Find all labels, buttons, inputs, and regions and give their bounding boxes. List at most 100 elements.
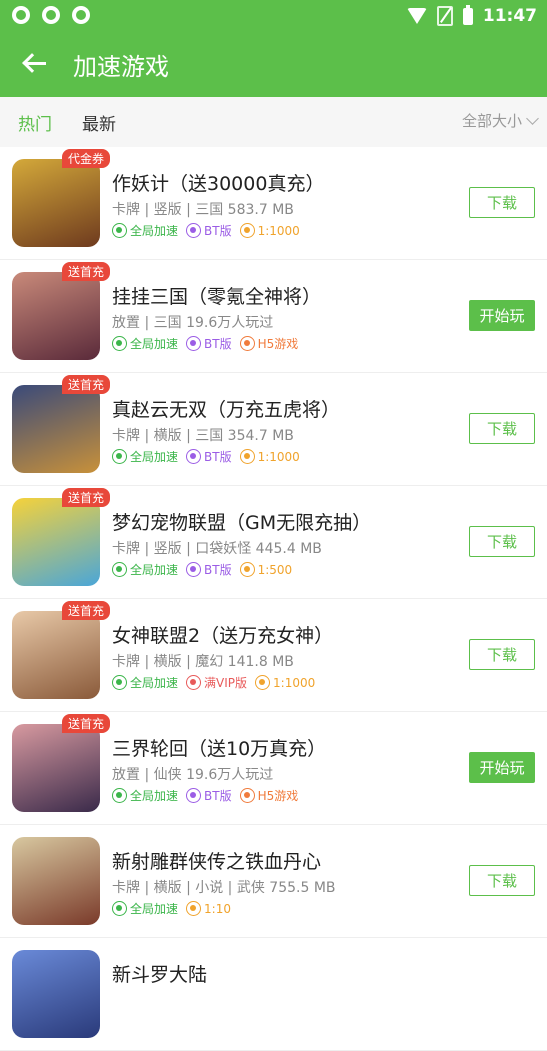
speed-icon [112,901,127,916]
game-thumbnail[interactable] [12,611,100,699]
ratio-icon [186,901,202,916]
game-tag-label: 全局加速 [130,789,179,803]
play-button[interactable]: 开始玩 [469,752,535,783]
game-tag: BT版 [186,448,232,465]
app-notification-icon [12,6,30,24]
game-tag-label: 1:500 [257,562,293,577]
game-tag: BT版 [186,561,232,578]
game-meta: 放置 | 三国 19.6万人玩过 [112,315,274,331]
game-row[interactable]: 新射雕群侠传之铁血丹心 卡牌 | 横版 | 小说 | 武侠 755.5 MB 全局… [0,825,547,938]
back-arrow-icon[interactable] [22,51,50,77]
game-tag: BT版 [186,787,232,804]
game-meta: 卡牌 | 竖版 | 三国 583.7 MB [112,202,294,218]
game-tag: 全局加速 [112,448,178,465]
game-tag-label: 全局加速 [130,563,179,577]
download-button[interactable]: 下载 [469,865,535,896]
game-name[interactable]: 女神联盟2（送万充女神） [112,621,333,648]
size-filter-dropdown[interactable]: 全部大小 [461,110,539,131]
flame-icon [186,788,202,803]
speed-icon [112,223,127,238]
game-tag: 全局加速 [112,900,178,917]
game-tag-label: BT版 [204,450,232,464]
promo-ribbon: 代金券 [62,149,111,168]
wifi-icon [406,8,427,24]
game-row[interactable]: 送首充 女神联盟2（送万充女神） 卡牌 | 横版 | 魔幻 141.8 MB 全局加… [0,599,547,712]
flame-icon [186,223,202,238]
play-button[interactable]: 开始玩 [469,300,535,331]
speed-icon [112,562,127,577]
game-row[interactable]: 送首充 真赵云无双（万充五虎将） 卡牌 | 横版 | 三国 354.7 MB 全局加… [0,373,547,486]
game-tags: 全局加速 BT版 H5游戏 [112,335,298,352]
tab-bar: 热门 最新 全部大小 [0,97,547,147]
game-meta: 卡牌 | 横版 | 魔幻 141.8 MB [112,654,294,670]
download-button[interactable]: 下载 [469,413,535,444]
game-thumbnail[interactable] [12,724,100,812]
tab-hot[interactable]: 热门 [18,110,52,135]
clock: 11:47 [482,6,537,26]
no-sim-icon [436,6,453,26]
speed-icon [112,449,127,464]
ratio-icon [239,223,255,238]
game-tag-label: 全局加速 [130,337,179,351]
battery-icon [462,4,473,25]
game-tag-label: BT版 [204,337,232,351]
app-bar: 加速游戏 [0,31,547,97]
tab-new[interactable]: 最新 [82,110,116,135]
speed-icon [112,675,127,690]
game-tag: 1:10 [186,901,231,916]
game-name[interactable]: 作妖计（送30000真充） [112,169,324,196]
game-name[interactable]: 挂挂三国（零氪全神将） [112,282,321,309]
game-name[interactable]: 真赵云无双（万充五虎将） [112,395,340,422]
game-tag-label: 满VIP版 [204,676,248,690]
h5-icon [239,788,255,803]
game-tag: 1:1000 [239,223,300,238]
game-row[interactable]: 送首充 梦幻宠物联盟（GM无限充抽） 卡牌 | 竖版 | 口袋妖怪 445.4 MB… [0,486,547,599]
promo-ribbon: 送首充 [62,488,111,507]
game-tag-label: 1:10 [204,901,231,916]
game-row[interactable]: 代金券 作妖计（送30000真充） 卡牌 | 竖版 | 三国 583.7 MB 全局… [0,147,547,260]
game-tags: 全局加速 BT版 1:1000 [112,448,300,465]
game-tag: 全局加速 [112,674,178,691]
game-name[interactable]: 新斗罗大陆 [112,960,207,987]
game-tag-label: H5游戏 [257,789,299,803]
flame-icon [186,336,202,351]
game-tags: 全局加速 1:10 [112,900,231,917]
game-row[interactable]: 送首充 挂挂三国（零氪全神将） 放置 | 三国 19.6万人玩过 全局加速 BT版 … [0,260,547,373]
game-thumbnail[interactable] [12,498,100,586]
download-button[interactable]: 下载 [469,526,535,557]
promo-ribbon: 送首充 [62,375,111,394]
game-name[interactable]: 梦幻宠物联盟（GM无限充抽） [112,508,371,535]
flame-icon [186,449,202,464]
promo-ribbon: 送首充 [62,262,111,281]
chevron-down-icon [526,111,539,125]
speed-icon [112,788,127,803]
game-list: 代金券 作妖计（送30000真充） 卡牌 | 竖版 | 三国 583.7 MB 全局… [0,147,547,1051]
download-button[interactable]: 下载 [469,639,535,670]
game-tag: 全局加速 [112,222,178,239]
speed-icon [112,336,127,351]
h5-icon [239,336,255,351]
ratio-icon [239,449,255,464]
game-row[interactable]: 新斗罗大陆 [0,938,547,1051]
game-thumbnail[interactable] [12,385,100,473]
game-tag-label: 1:1000 [257,449,300,464]
app-notification-icon [72,6,90,24]
game-tag-label: H5游戏 [257,337,299,351]
game-name[interactable]: 新射雕群侠传之铁血丹心 [112,847,321,874]
game-tag: 全局加速 [112,335,178,352]
download-button[interactable]: 下载 [469,187,535,218]
game-thumbnail[interactable] [12,272,100,360]
game-tag: 1:1000 [239,449,300,464]
game-name[interactable]: 三界轮回（送10万真充） [112,734,326,761]
game-row[interactable]: 送首充 三界轮回（送10万真充） 放置 | 仙侠 19.6万人玩过 全局加速 BT版… [0,712,547,825]
game-tags: 全局加速 BT版 1:1000 [112,222,300,239]
game-tag-label: BT版 [204,789,232,803]
size-filter-label: 全部大小 [461,112,522,130]
ratio-icon [239,562,255,577]
app-notification-icon [42,6,60,24]
game-tag: 全局加速 [112,561,178,578]
game-thumbnail[interactable] [12,837,100,925]
game-thumbnail[interactable] [12,159,100,247]
game-thumbnail[interactable] [12,950,100,1038]
game-tag-label: BT版 [204,224,232,238]
